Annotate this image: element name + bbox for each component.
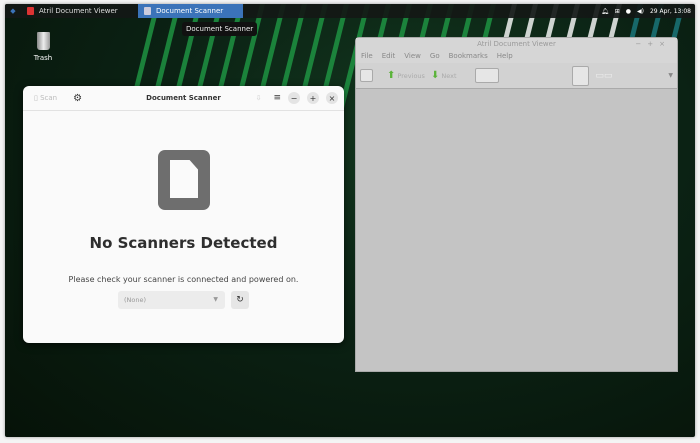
task-document-scanner[interactable]: Document Scanner — [138, 4, 243, 18]
single-page-button[interactable] — [572, 66, 589, 86]
settings-gear-icon[interactable]: ⚙ — [73, 93, 82, 104]
header-bar: ▯ Scan ⚙ Document Scanner ⇩ ≡ − + × — [23, 86, 344, 111]
maximize-button[interactable]: + — [307, 92, 319, 104]
next-button[interactable]: ⬇ Next — [431, 70, 457, 81]
atril-menubar: File Edit View Go Bookmarks Help — [356, 50, 677, 63]
next-label: Next — [441, 72, 456, 80]
scanner-icon — [144, 7, 151, 15]
task-atril[interactable]: Atril Document Viewer — [21, 4, 126, 18]
hamburger-menu-icon[interactable]: ≡ — [273, 93, 281, 103]
tooltip: Document Scanner — [182, 22, 257, 36]
task-label: Atril Document Viewer — [39, 7, 118, 15]
update-icon[interactable]: ● — [626, 8, 631, 15]
window-controls[interactable]: −+× — [635, 38, 671, 50]
refresh-icon: ↻ — [236, 295, 244, 305]
scanner-message: Please check your scanner is connected a… — [23, 275, 344, 284]
minimize-button[interactable]: − — [288, 92, 300, 104]
chevron-down-icon: ▼ — [213, 296, 218, 303]
clock[interactable]: 29 Apr, 13:08 — [650, 8, 691, 15]
notification-bell-icon[interactable]: 🔔︎ — [601, 8, 609, 15]
scan-icon: ▯ — [34, 94, 38, 102]
up-arrow-icon: ⬆ — [387, 70, 395, 81]
close-button[interactable]: × — [326, 92, 338, 104]
system-tray: 🔔︎ ⊞ ● ◀) 29 Apr, 13:08 — [601, 4, 691, 18]
scan-label: Scan — [40, 94, 57, 102]
atril-icon — [27, 7, 34, 15]
scanner-document-icon — [158, 150, 210, 210]
top-panel: ◆ Atril Document Viewer Document Scanner… — [5, 4, 695, 18]
menu-bookmarks[interactable]: Bookmarks — [449, 52, 488, 61]
app-menu-icon[interactable]: ◆ — [5, 7, 21, 15]
atril-toolbar: ⬆ Previous ⬇ Next ▭▭ ▼ — [356, 63, 677, 89]
desktop: ◆ Atril Document Viewer Document Scanner… — [5, 4, 695, 437]
task-label: Document Scanner — [156, 7, 223, 15]
trash-label: Trash — [34, 54, 53, 62]
device-select[interactable]: (None) ▼ — [118, 291, 225, 309]
page-input[interactable] — [475, 68, 499, 83]
overflow-chevron-icon[interactable]: ▼ — [668, 72, 673, 79]
menu-edit[interactable]: Edit — [382, 52, 396, 61]
menu-go[interactable]: Go — [430, 52, 440, 61]
sidebar-toggle-button[interactable] — [360, 69, 373, 82]
menu-view[interactable]: View — [404, 52, 421, 61]
atril-titlebar: Atril Document Viewer −+× — [356, 38, 677, 50]
trash-desktop-icon[interactable]: Trash — [27, 32, 59, 62]
network-icon[interactable]: ⊞ — [615, 8, 620, 15]
device-value: (None) — [124, 296, 146, 304]
atril-title: Atril Document Viewer — [477, 40, 556, 48]
scan-button[interactable]: ▯ Scan — [34, 94, 57, 102]
volume-icon[interactable]: ◀) — [637, 8, 644, 15]
document-scanner-window: ▯ Scan ⚙ Document Scanner ⇩ ≡ − + × No S… — [23, 86, 344, 343]
menu-file[interactable]: File — [361, 52, 373, 61]
save-icon[interactable]: ⇩ — [256, 94, 262, 102]
atril-window: Atril Document Viewer −+× File Edit View … — [355, 37, 678, 372]
refresh-button[interactable]: ↻ — [231, 291, 249, 309]
trash-icon — [37, 32, 50, 50]
dual-page-icon[interactable]: ▭▭ — [595, 71, 612, 81]
down-arrow-icon: ⬇ — [431, 70, 439, 81]
previous-button[interactable]: ⬆ Previous — [387, 70, 425, 81]
no-scanners-heading: No Scanners Detected — [23, 234, 344, 252]
previous-label: Previous — [397, 72, 424, 80]
menu-help[interactable]: Help — [497, 52, 513, 61]
